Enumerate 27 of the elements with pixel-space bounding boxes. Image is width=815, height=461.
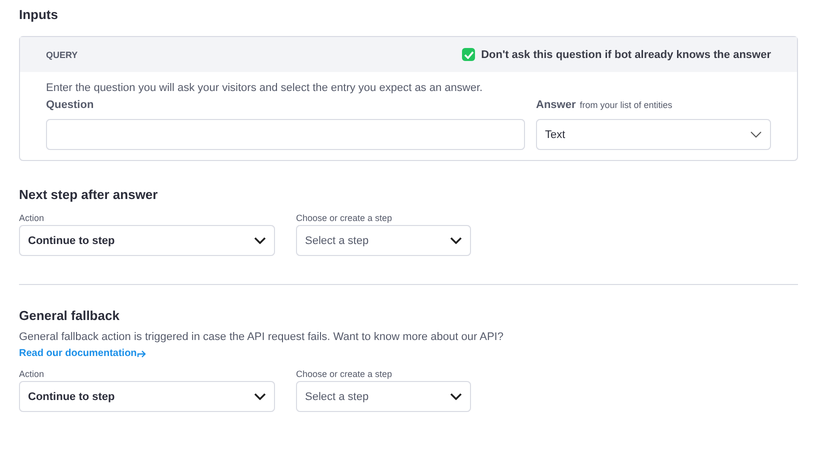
step-dropdown[interactable]: Select a step xyxy=(296,381,471,412)
field-hint: from your list of entities xyxy=(580,100,672,110)
chevron-icon xyxy=(254,393,266,400)
arrow-icon xyxy=(136,350,146,358)
field-label: Answer xyxy=(536,99,576,111)
question-field[interactable] xyxy=(46,119,525,150)
field-label: Question xyxy=(46,99,95,111)
section-title: Next step after answer xyxy=(19,187,159,204)
field-label: Action xyxy=(19,369,46,379)
section-title: General fallback xyxy=(19,308,120,325)
checkbox-label: Don't ask this question if bot already knows the answer xyxy=(481,48,771,60)
action-dropdown[interactable]: Continue to step xyxy=(19,225,275,256)
field-label: Action xyxy=(19,213,46,223)
field-label: Choose or create a step xyxy=(296,213,394,223)
checkbox[interactable] xyxy=(462,48,476,61)
chevron-icon xyxy=(254,237,266,244)
field-label: Choose or create a step xyxy=(296,369,394,379)
section-title: Inputs xyxy=(19,7,59,24)
chevron-icon xyxy=(450,393,462,400)
answer-dropdown[interactable]: Text xyxy=(536,119,771,150)
action-dropdown[interactable]: Continue to step xyxy=(19,381,275,412)
step-dropdown[interactable]: Select a step xyxy=(296,225,471,256)
card-header: QUERY xyxy=(46,50,78,60)
description: Enter the question you will ask your visitors and select the entry you expect as an answer. xyxy=(46,82,484,94)
chevron-icon xyxy=(450,237,462,244)
chevron-icon xyxy=(750,131,762,138)
description: General fallback action is triggered in case the API request fails. Want to know more about our API? xyxy=(19,331,504,343)
